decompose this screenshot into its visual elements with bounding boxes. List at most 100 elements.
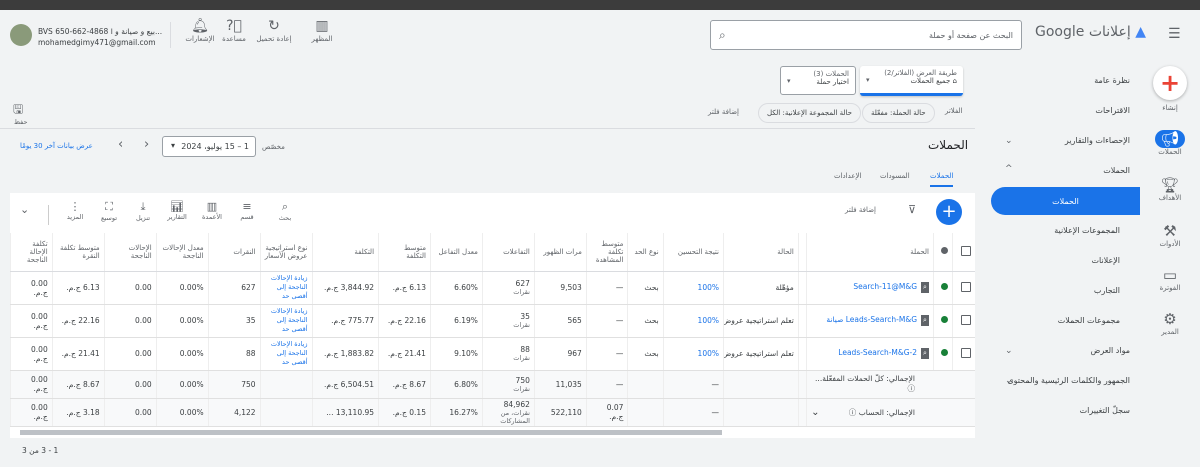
row-checkbox[interactable]: [961, 347, 971, 358]
help-icon[interactable]: ⓘ: [908, 384, 916, 393]
cpv-cell: —: [585, 304, 628, 338]
browser-strip: [0, 0, 1200, 10]
menu-icon[interactable]: ☰: [1168, 26, 1181, 42]
filter-icon[interactable]: ⊽: [908, 203, 916, 216]
nav-campaigns-active[interactable]: الحملات: [991, 187, 1140, 215]
column-header[interactable]: مرات الظهور: [533, 233, 587, 272]
more-button[interactable]: ⋮ المزيد: [58, 200, 92, 221]
column-header[interactable]: الحملة: [806, 233, 934, 272]
horizontal-scrollbar[interactable]: [20, 430, 722, 435]
campaign-link[interactable]: Leads-Search-M&G-2: [838, 348, 917, 357]
row-checkbox-cell[interactable]: [951, 304, 975, 338]
score-cell[interactable]: 100%: [662, 337, 724, 371]
row-checkbox[interactable]: [961, 281, 971, 292]
conv_rate-cell: 0.00%: [155, 337, 209, 371]
column-header[interactable]: متوسط التكلفة: [378, 233, 431, 272]
rail-goals[interactable]: 🏆︎ الأهداف: [1140, 176, 1200, 202]
campaigns-table-card: + ⊽ إضافة فلتر ⌕ بحث ≡ قسم ▥ الأعمدة 📊︎ التق…: [10, 193, 975, 438]
nav-experiments[interactable]: التجارب: [1094, 286, 1120, 295]
rail-admin[interactable]: ⚙ المدير: [1140, 310, 1200, 336]
strategy-cell[interactable]: زيادة الإحالات الناجحة إلى أقصى حد: [259, 304, 312, 338]
score-cell: —: [662, 370, 724, 399]
nav-campaign-groups[interactable]: مجموعات الحملات: [1058, 316, 1120, 325]
nav-ads[interactable]: الإعلانات: [1091, 256, 1120, 265]
add-filter-input[interactable]: إضافة فلتر: [845, 206, 876, 214]
column-header[interactable]: التفاعلات: [481, 233, 535, 272]
add-campaign-button[interactable]: +: [936, 199, 962, 225]
help-button[interactable]: ?⃝ مساعدة: [214, 18, 254, 43]
nav-recommendations[interactable]: الاقتراحات: [1095, 106, 1130, 115]
search-placeholder: البحث عن صفحة أو حملة: [928, 30, 1013, 40]
impr-cell: 565: [533, 304, 587, 338]
chevron-down-icon[interactable]: ⌄: [811, 407, 819, 418]
next-period-button[interactable]: ›: [144, 137, 149, 152]
appearance-button[interactable]: ▥ المظهر: [302, 18, 342, 43]
column-header[interactable]: [932, 233, 953, 272]
score-cell[interactable]: 100%: [662, 304, 724, 338]
reload-button[interactable]: ↻ إعادة تحميل: [254, 18, 294, 43]
strategy-cell[interactable]: [259, 370, 312, 399]
download-button[interactable]: ⤓ تنزيل: [126, 200, 160, 222]
row-checkbox-cell[interactable]: [951, 337, 975, 371]
nav-campaigns-group[interactable]: الحملات: [1103, 166, 1130, 175]
strategy-cell[interactable]: [259, 398, 312, 427]
nav-ad-groups[interactable]: المجموعات الإعلانية: [1054, 226, 1120, 235]
column-header[interactable]: الحالة: [723, 233, 799, 272]
nav-overview[interactable]: نظرة عامة: [1094, 76, 1130, 85]
view-selector[interactable]: طريقة العرض (الفلاتر/2) ⌂ جميع الحملات ▾: [860, 66, 963, 96]
reports-button[interactable]: 📊︎ التقارير: [160, 200, 194, 221]
row-checkbox-cell[interactable]: [951, 271, 975, 305]
row-checkbox[interactable]: [961, 314, 971, 325]
campaign-cell: ⌕ Search-11@M&G: [806, 271, 934, 305]
column-header[interactable]: متوسط تكلفة النقرة: [51, 233, 105, 272]
nav-panel: نظرة عامة الاقتراحات الإحصاءات والتقارير…: [990, 58, 1140, 467]
status-cell: تعلم استراتيجية عروض: [723, 304, 799, 338]
campaign-link[interactable]: Search-11@M&G: [853, 282, 917, 291]
tab-campaigns[interactable]: الحملات: [930, 172, 954, 187]
strategy-cell[interactable]: زيادة الإحالات الناجحة إلى أقصى حد: [259, 271, 312, 305]
column-header[interactable]: نوع استراتيجية عروض الأسعار: [259, 233, 312, 272]
column-header[interactable]: متوسط تكلفة المشاهدة: [585, 233, 628, 272]
column-header[interactable]: النقرات: [207, 233, 261, 272]
strategy-cell[interactable]: زيادة الإحالات الناجحة إلى أقصى حد: [259, 337, 312, 371]
column-header[interactable]: نوع الحد: [627, 233, 664, 272]
account-info[interactable]: BVS 650-662-4868 بيع و صيانة و ا... moha…: [38, 26, 162, 48]
tab-drafts[interactable]: المسودات: [880, 172, 910, 180]
columns-button[interactable]: ▥ الأعمدة: [195, 200, 229, 221]
prev-period-button[interactable]: ‹: [118, 137, 123, 152]
appearance-icon: ▥: [315, 18, 329, 34]
column-header[interactable]: الإحالات الناجحة: [103, 233, 157, 272]
date-range-picker[interactable]: 1 – 15 يوليو، 2024 ▾: [162, 136, 256, 157]
column-header[interactable]: التكلفة: [311, 233, 379, 272]
filter-chip-campaign-status[interactable]: حالة الحملة: مفعّلة: [862, 103, 935, 123]
nav-change-history[interactable]: سجلّ التغييرات: [1080, 406, 1130, 415]
rail-billing[interactable]: ▭ الفوترة: [1140, 266, 1200, 292]
column-header[interactable]: معدل الإحالات الناجحة: [155, 233, 209, 272]
segment-button[interactable]: ≡ قسم: [230, 200, 264, 221]
column-header[interactable]: تكلفة الإحالة الناجحة: [10, 233, 53, 272]
column-header[interactable]: معدل التفاعل: [429, 233, 483, 272]
avatar[interactable]: [10, 24, 32, 46]
nav-audiences[interactable]: الجمهور والكلمات الرئيسية والمحتوى: [1007, 376, 1130, 385]
column-header[interactable]: [951, 233, 975, 272]
score-cell[interactable]: 100%: [662, 271, 724, 305]
add-filter-link[interactable]: إضافة فلتر: [708, 108, 739, 116]
campaign-link[interactable]: Leads-Search-M&G صيانة: [826, 315, 917, 324]
column-header[interactable]: [797, 233, 807, 272]
column-header[interactable]: نتيجة التحسين: [662, 233, 724, 272]
help-icon[interactable]: ⓘ: [849, 408, 857, 417]
nav-assets[interactable]: مواد العرض: [1091, 346, 1130, 355]
search-input[interactable]: البحث عن صفحة أو حملة ⌕: [710, 20, 1022, 50]
status-dot-icon: [940, 247, 948, 255]
filter-chip-adgroup-status[interactable]: حالة المجموعة الإعلانية: الكل: [758, 103, 861, 123]
tab-settings[interactable]: الإعدادات: [834, 172, 861, 180]
search-button[interactable]: ⌕ بحث: [268, 200, 302, 222]
last-30-days-link[interactable]: عرض بيانات آخر 30 يومًا: [20, 142, 93, 150]
collapse-chevron-icon[interactable]: ⌄: [20, 203, 29, 216]
rail-tools[interactable]: ⚒ الأدوات: [1140, 222, 1200, 248]
expand-button[interactable]: ⛶ توسيع: [92, 200, 126, 222]
nav-insights[interactable]: الإحصاءات والتقارير: [1065, 136, 1130, 145]
select-all-checkbox[interactable]: [961, 245, 971, 256]
rail-campaigns[interactable]: 📢︎ الحملات: [1140, 130, 1200, 156]
campaign-selector[interactable]: الحملات (3) اختيار حملة ▾: [780, 66, 856, 95]
